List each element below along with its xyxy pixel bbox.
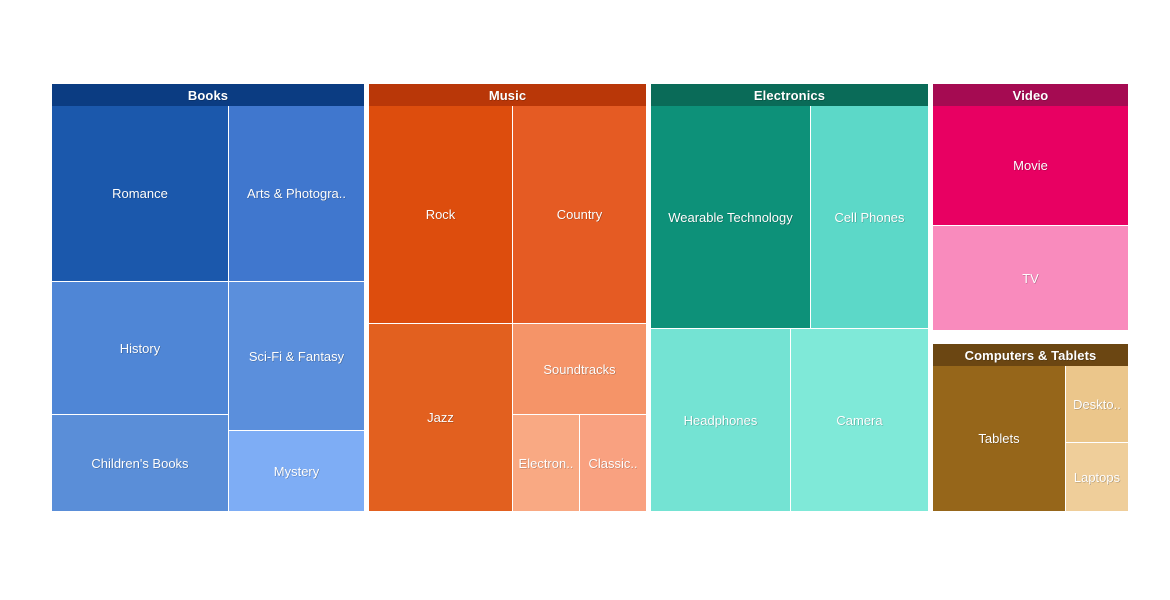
treemap-tile-label: Soundtracks bbox=[543, 361, 616, 377]
treemap-tile-label: Children's Books bbox=[91, 455, 189, 471]
treemap-tile-laptops[interactable]: Laptops bbox=[1066, 443, 1128, 511]
treemap-tile-cell-phones[interactable]: Cell Phones bbox=[811, 106, 928, 328]
group-header-video[interactable]: Video bbox=[933, 84, 1128, 106]
treemap-tile-sci-fi-and-fantasy[interactable]: Sci-Fi & Fantasy bbox=[229, 282, 364, 430]
treemap-tile-label: Sci-Fi & Fantasy bbox=[248, 348, 345, 364]
treemap-tile-label: Deskto.. bbox=[1073, 396, 1121, 412]
treemap-tile-mystery[interactable]: Mystery bbox=[229, 431, 364, 511]
treemap-tile-label: Movie bbox=[1013, 158, 1048, 173]
treemap-tile-romance[interactable]: Romance bbox=[52, 106, 228, 281]
treemap-tile-wearable-technology[interactable]: Wearable Technology bbox=[651, 106, 810, 328]
treemap-tile-tablets[interactable]: Tablets bbox=[933, 366, 1065, 511]
treemap-tile-electron[interactable]: Electron.. bbox=[513, 415, 579, 511]
treemap-tile-country[interactable]: Country bbox=[513, 106, 646, 323]
treemap-tile-label: Laptops bbox=[1073, 469, 1121, 485]
group-header-label: Books bbox=[187, 87, 229, 103]
treemap-tile-label: Arts & Photogra.. bbox=[247, 186, 346, 201]
treemap-tile-label: Classic.. bbox=[588, 455, 638, 471]
treemap-tile-label: Tablets bbox=[978, 431, 1020, 446]
treemap-tile-label: Electron.. bbox=[518, 455, 574, 471]
treemap-tile-label: Rock bbox=[425, 207, 456, 222]
treemap-tile-soundtracks[interactable]: Soundtracks bbox=[513, 324, 646, 414]
treemap-tile-headphones[interactable]: Headphones bbox=[651, 329, 790, 511]
treemap-tile-tv[interactable]: TV bbox=[933, 226, 1128, 330]
group-header-label: Electronics bbox=[753, 87, 826, 103]
treemap-tile-movie[interactable]: Movie bbox=[933, 106, 1128, 225]
treemap-group-video[interactable]: Video Movie TV bbox=[933, 84, 1128, 341]
treemap-group-music[interactable]: Music Rock Country Jazz Soundtracks Electron.… bbox=[369, 84, 646, 511]
treemap-tile-classic[interactable]: Classic.. bbox=[580, 415, 646, 511]
treemap-tile-label: Wearable Technology bbox=[668, 209, 793, 225]
treemap-tile-arts-and-photogra[interactable]: Arts & Photogra.. bbox=[229, 106, 364, 281]
group-header-label: Computers & Tablets bbox=[964, 347, 1097, 363]
treemap-tile-rock[interactable]: Rock bbox=[369, 106, 512, 323]
treemap-tile-label: Jazz bbox=[427, 410, 454, 425]
treemap-tile-label: TV bbox=[1022, 270, 1039, 286]
treemap-tile-history[interactable]: History bbox=[52, 282, 228, 414]
treemap-chart: Books Romance Arts & Photogra.. History Sci-… bbox=[0, 0, 1170, 600]
group-header-electronics[interactable]: Electronics bbox=[651, 84, 928, 106]
group-header-books[interactable]: Books bbox=[52, 84, 364, 106]
treemap-tile-label: Country bbox=[556, 207, 603, 222]
treemap-tile-jazz[interactable]: Jazz bbox=[369, 324, 512, 511]
group-header-label: Video bbox=[1012, 87, 1049, 103]
treemap-group-computers-and-tablets[interactable]: Computers & Tablets Tablets Deskto.. Laptop… bbox=[933, 344, 1128, 511]
treemap-group-books[interactable]: Books Romance Arts & Photogra.. History Sci-… bbox=[52, 84, 364, 511]
treemap-group-electronics[interactable]: Electronics Wearable Technology Cell Phone… bbox=[651, 84, 928, 511]
group-header-label: Music bbox=[488, 87, 527, 103]
treemap-tile-label: Romance bbox=[112, 186, 168, 201]
treemap-tile-label: Headphones bbox=[683, 412, 758, 428]
treemap-tile-label: History bbox=[119, 340, 161, 356]
treemap-tile-camera[interactable]: Camera bbox=[791, 329, 928, 511]
treemap-tile-deskto[interactable]: Deskto.. bbox=[1066, 366, 1128, 442]
treemap-tile-label: Cell Phones bbox=[834, 209, 905, 225]
group-header-computers-and-tablets[interactable]: Computers & Tablets bbox=[933, 344, 1128, 366]
treemap-tile-children-s-books[interactable]: Children's Books bbox=[52, 415, 228, 511]
group-header-music[interactable]: Music bbox=[369, 84, 646, 106]
treemap-tile-label: Mystery bbox=[273, 463, 320, 479]
treemap-tile-label: Camera bbox=[836, 412, 883, 428]
